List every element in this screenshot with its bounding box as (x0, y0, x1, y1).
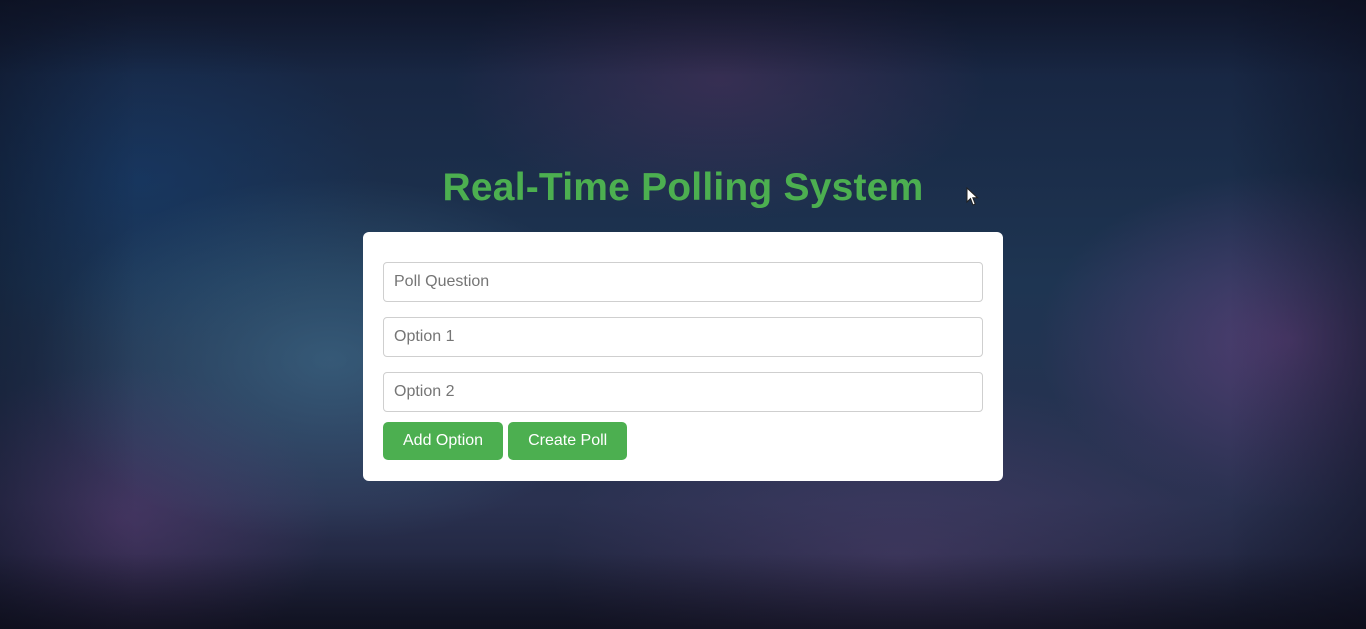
option-2-input[interactable] (383, 372, 983, 412)
page-title: Real-Time Polling System (442, 166, 924, 209)
mouse-pointer-icon (966, 187, 979, 206)
option-1-input[interactable] (383, 317, 983, 357)
poll-form-card: Add Option Create Poll (363, 232, 1003, 481)
create-poll-button[interactable]: Create Poll (508, 422, 628, 460)
form-actions: Add Option Create Poll (383, 422, 983, 460)
poll-question-input[interactable] (383, 262, 983, 302)
add-option-button[interactable]: Add Option (383, 422, 504, 460)
